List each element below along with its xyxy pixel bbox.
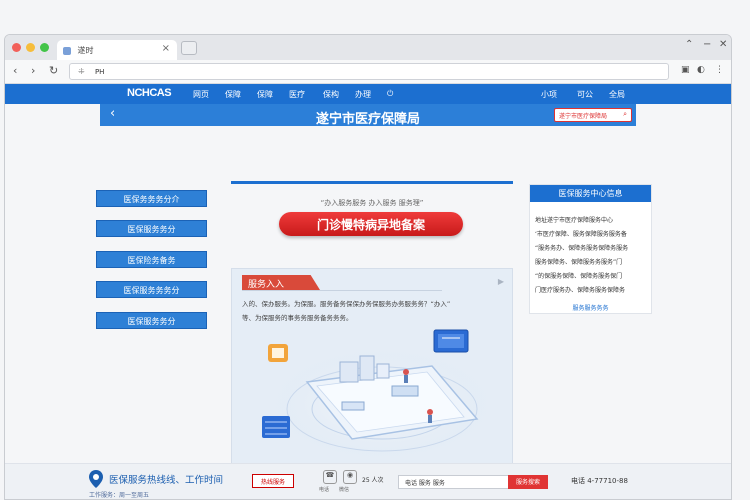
power-icon[interactable]: ⏻	[387, 89, 393, 99]
footer-search-input[interactable]: 电话 服务 服务 服务搜索	[398, 475, 548, 489]
nav-right-1[interactable]: 小项	[541, 89, 557, 100]
info-line-3: “服务务办、保障务服务保障务服务	[535, 245, 629, 252]
desc-line-2: 等、为保服务的事务务服务备务务务。	[242, 314, 353, 322]
subheading: “办入服务服务 办入服务 服务理”	[320, 199, 424, 207]
service-banner-button[interactable]: 门诊慢特病异地备案	[279, 212, 463, 236]
tab-bar: 遂时 × ⌃ − ✕	[5, 35, 731, 60]
browser-window: 遂时 × ⌃ − ✕ ‹ › ↻ ⁜ PH ▣ ◐ ⋮ NCHCAS 网页 保障…	[4, 34, 732, 500]
wechat-label: 微信	[339, 487, 350, 493]
hotline-subtitle: 工作服务：周一至周五	[89, 492, 150, 499]
info-line-1: 地址遂宁市医疗保障服务中心	[535, 217, 614, 224]
browser-tab[interactable]: 遂时 ×	[57, 40, 177, 60]
info-panel-title: 医保服务中心信息	[530, 185, 651, 202]
nav-item-4[interactable]: 医疗	[289, 89, 305, 100]
info-line-5: “的保服务保障、保障务服务保门	[535, 273, 623, 280]
hotline-title: 医保服务热线线、工作时间	[109, 475, 224, 486]
side-menu-item-4[interactable]: 医保服务务务分	[96, 281, 207, 298]
monitor-icon	[433, 329, 469, 353]
nav-item-6[interactable]: 办理	[355, 89, 371, 100]
nav-item-2[interactable]: 保障	[225, 89, 241, 100]
nav-right-3[interactable]: 全局	[609, 89, 625, 100]
menu-icon[interactable]: ⋮	[715, 65, 724, 75]
header-search[interactable]: 遂宁市医疗保障局 ⌕	[554, 108, 632, 122]
nav-item-5[interactable]: 保构	[323, 89, 339, 100]
visitor-count: 25 人次	[362, 477, 384, 484]
info-panel: 医保服务中心信息 地址遂宁市医疗保障服务中心 ‘市医疗保障、服务保障服务服务备 …	[529, 184, 652, 314]
main-panel: “办入服务服务 办入服务 服务理” 门诊慢特病异地备案 服务入入 ▶ 入的、保办…	[231, 181, 513, 499]
back-icon[interactable]: ‹	[13, 64, 17, 77]
search-icon[interactable]: ⌕	[623, 110, 627, 119]
chevron-up-icon[interactable]: ⌃	[685, 39, 693, 50]
top-nav: NCHCAS 网页 保障 保障 医疗 保构 办理 ⏻ 小项 可公 全局	[5, 84, 731, 104]
page-content: NCHCAS 网页 保障 保障 医疗 保构 办理 ⏻ 小项 可公 全局 ‹ 遂宁…	[5, 84, 731, 499]
tab-title: 遂时	[77, 46, 94, 55]
close-window-button[interactable]	[12, 43, 21, 52]
content-box: 服务入入 ▶ 入的、保办服务。为保服。服务备务保保办务保服务办务服务务？“办入”…	[231, 268, 513, 471]
browser-toolbar: ‹ › ↻ ⁜ PH ▣ ◐ ⋮	[5, 60, 731, 84]
side-menu-item-3[interactable]: 医保险务备务	[96, 251, 207, 268]
url-text: PH	[94, 68, 105, 76]
footer-search-value: 电话 服务 服务	[405, 480, 445, 487]
wechat-icon[interactable]: ◉	[343, 470, 357, 484]
hotline-button[interactable]: 热线服务	[252, 474, 294, 488]
header-search-text: 遂宁市医疗保障局	[559, 113, 608, 120]
address-bar[interactable]: ⁜ PH	[69, 63, 669, 80]
new-tab-button[interactable]	[181, 41, 197, 55]
divider	[231, 181, 513, 184]
extension-icon[interactable]: ◐	[697, 65, 705, 75]
phone-icon[interactable]: ☎	[323, 470, 337, 484]
tab-close-icon[interactable]: ×	[162, 43, 170, 54]
minimize-icon[interactable]: −	[703, 39, 711, 50]
minimize-window-button[interactable]	[26, 43, 35, 52]
footer: 医保服务热线线、工作时间 工作服务：周一至周五 热线服务 ☎ 电话 ◉ 微信 2…	[5, 463, 731, 499]
reload-icon[interactable]: ↻	[49, 64, 58, 77]
maximize-window-button[interactable]	[40, 43, 49, 52]
info-line-6: 门医疗服务办、保障务服务保障务	[535, 287, 626, 294]
phone-label: 电话	[319, 487, 330, 493]
side-menu-item-5[interactable]: 医保服务务分	[96, 312, 207, 329]
site-info-icon[interactable]: ⁜	[78, 67, 85, 76]
footer-phone: 电话 4-77710-88	[571, 477, 628, 485]
close-icon[interactable]: ✕	[719, 39, 727, 50]
scroll-arrow-icon[interactable]: ▶	[498, 277, 504, 286]
footer-search-button[interactable]: 服务搜索	[508, 475, 548, 489]
nav-item-1[interactable]: 网页	[193, 89, 209, 100]
site-logo[interactable]: NCHCAS	[127, 87, 172, 99]
side-menu-item-2[interactable]: 医保服务务分	[96, 220, 207, 237]
favicon-icon	[63, 46, 71, 55]
section-tag: 服务入入	[242, 275, 320, 290]
info-panel-link[interactable]: 服务服务务务	[530, 303, 651, 312]
nav-item-3[interactable]: 保障	[257, 89, 273, 100]
site-header: ‹ 遂宁市医疗保障局 遂宁市医疗保障局 ⌕	[100, 104, 636, 127]
bookmark-icon[interactable]: ▣	[681, 65, 690, 75]
document-icon	[268, 344, 288, 362]
tag-divider	[242, 290, 442, 291]
side-menu-item-1[interactable]: 医保务务务分介	[96, 190, 207, 207]
info-line-4: 服务保障务、保障服务务服务”门	[535, 259, 623, 266]
location-pin-icon	[89, 470, 103, 488]
desc-line-1: 入的、保办服务。为保服。服务备务保保办务保服务办务服务务？“办入”	[242, 300, 451, 308]
info-line-2: ‘市医疗保障、服务保障服务服务备	[535, 231, 627, 238]
service-illustration	[262, 329, 492, 459]
server-icon	[262, 416, 290, 438]
nav-right-2[interactable]: 可公	[577, 89, 593, 100]
forward-icon[interactable]: ›	[31, 64, 35, 77]
